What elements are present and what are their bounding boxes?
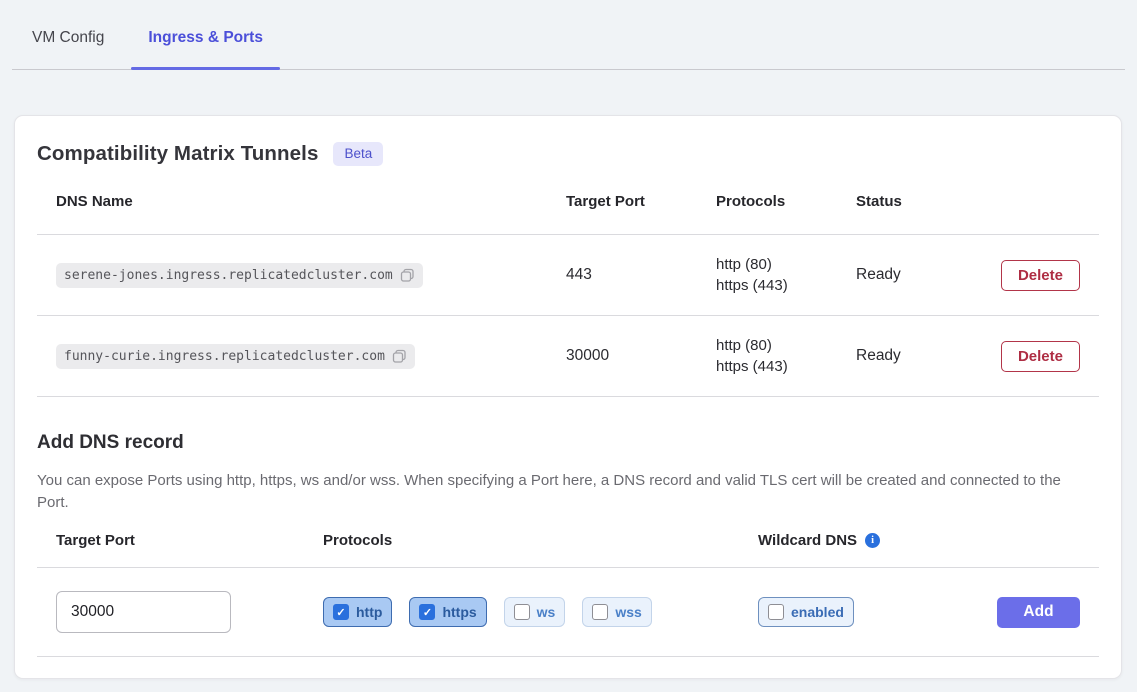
table-header-row: DNS Name Target Port Protocols Status <box>37 168 1099 234</box>
column-header-status: Status <box>856 193 996 210</box>
tunnels-card: Compatibility Matrix Tunnels Beta DNS Na… <box>14 115 1122 679</box>
column-header-target-port: Target Port <box>566 193 716 210</box>
column-header-dns-name: DNS Name <box>56 193 566 210</box>
delete-button[interactable]: Delete <box>1001 260 1080 291</box>
divider <box>37 396 1099 397</box>
table-row: funny-curie.ingress.replicatedcluster.co… <box>37 316 1099 396</box>
status-value: Ready <box>856 266 996 284</box>
add-dns-record-title: Add DNS record <box>37 431 1099 454</box>
tab-label: VM Config <box>32 29 104 47</box>
form-labels-row: Target Port Protocols Wildcard DNS i <box>37 513 1099 567</box>
add-dns-record-description: You can expose Ports using http, https, … <box>37 470 1077 513</box>
protocol-option-label: https <box>442 604 476 620</box>
protocols-label: Protocols <box>323 532 758 549</box>
wildcard-dns-label: Wildcard DNS <box>758 532 857 549</box>
add-button[interactable]: Add <box>997 597 1080 628</box>
checkbox-icon: ✓ <box>514 604 530 620</box>
delete-button[interactable]: Delete <box>1001 341 1080 372</box>
protocol-checkbox-http[interactable]: ✓ http <box>323 597 392 627</box>
tab-label: Ingress & Ports <box>148 29 263 47</box>
info-icon[interactable]: i <box>865 533 880 548</box>
page-title: Compatibility Matrix Tunnels <box>37 142 318 166</box>
form-controls-row: ✓ http ✓ https ✓ ws ✓ wss ✓ enabled Add <box>37 568 1099 656</box>
card-header: Compatibility Matrix Tunnels Beta <box>37 140 1099 168</box>
checkbox-icon: ✓ <box>419 604 435 620</box>
protocol-line: http (80) <box>716 335 856 356</box>
copy-icon[interactable] <box>400 268 415 283</box>
target-port-value: 30000 <box>566 347 716 365</box>
table-row: serene-jones.ingress.replicatedcluster.c… <box>37 235 1099 315</box>
copy-icon[interactable] <box>392 349 407 364</box>
protocol-line: https (443) <box>716 275 856 296</box>
wildcard-option-label: enabled <box>791 604 844 620</box>
wildcard-enabled-checkbox[interactable]: ✓ enabled <box>758 597 854 627</box>
dns-name-text: funny-curie.ingress.replicatedcluster.co… <box>64 349 385 364</box>
protocol-option-label: wss <box>615 604 641 620</box>
protocol-checkbox-https[interactable]: ✓ https <box>409 597 486 627</box>
protocol-line: https (443) <box>716 356 856 377</box>
tab-bar: VM Config Ingress & Ports <box>12 0 1125 70</box>
dns-name-text: serene-jones.ingress.replicatedcluster.c… <box>64 268 393 283</box>
divider <box>37 656 1099 657</box>
status-value: Ready <box>856 347 996 365</box>
protocol-checkbox-wss[interactable]: ✓ wss <box>582 597 651 627</box>
tab-vm-config[interactable]: VM Config <box>15 6 121 69</box>
checkbox-icon: ✓ <box>333 604 349 620</box>
checkbox-icon: ✓ <box>768 604 784 620</box>
tab-ingress-ports[interactable]: Ingress & Ports <box>131 6 280 69</box>
protocol-line: http (80) <box>716 254 856 275</box>
protocol-checkbox-ws[interactable]: ✓ ws <box>504 597 566 627</box>
checkbox-icon: ✓ <box>592 604 608 620</box>
column-header-protocols: Protocols <box>716 193 856 210</box>
protocol-option-label: ws <box>537 604 556 620</box>
target-port-value: 443 <box>566 266 716 284</box>
protocol-option-label: http <box>356 604 382 620</box>
target-port-input[interactable] <box>56 591 231 633</box>
beta-badge: Beta <box>333 142 383 166</box>
target-port-label: Target Port <box>56 532 323 549</box>
dns-name-pill: funny-curie.ingress.replicatedcluster.co… <box>56 344 415 369</box>
dns-name-pill: serene-jones.ingress.replicatedcluster.c… <box>56 263 423 288</box>
